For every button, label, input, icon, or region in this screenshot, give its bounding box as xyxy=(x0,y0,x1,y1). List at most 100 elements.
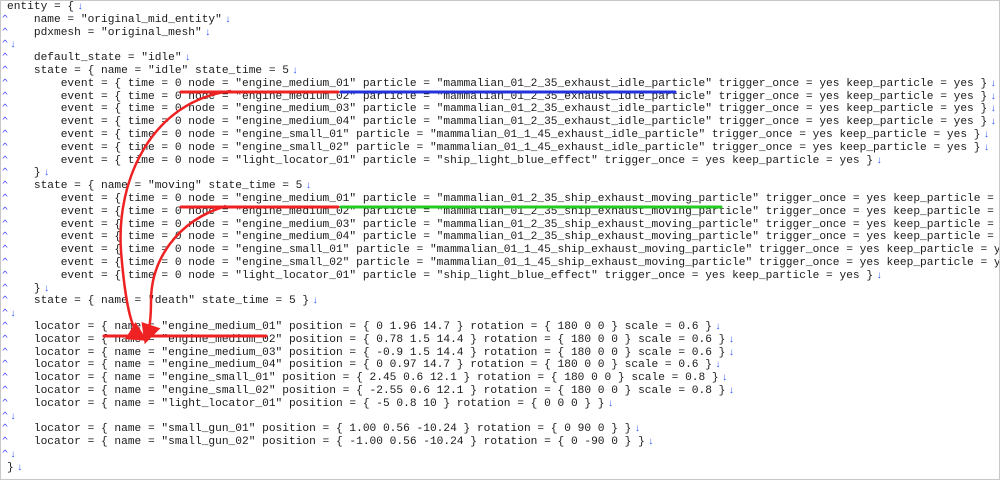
code-line[interactable]: state = { name = "moving" state_time = 5… xyxy=(7,180,312,193)
code-line-text: event = { time = 0 node = "engine_medium… xyxy=(7,77,988,90)
code-editor[interactable]: ^ ^ ^ ^ ^ ^ ^ ^ ^ ^ ^ ^ ^ ^ ^ ^ ^ ^ ^ ^ ^ ^ ^ ^ ^ ^ ^ ^ ^ ^ ^ ^ ^ ^ ^ enti… xyxy=(0,0,1000,480)
code-line[interactable]: event = { time = 0 node = "engine_small_… xyxy=(7,257,1000,270)
code-line-text: locator = { name = "light_locator_01" po… xyxy=(7,397,605,410)
code-line[interactable]: locator = { name = "small_gun_02" positi… xyxy=(7,436,654,449)
code-line-text: } xyxy=(7,461,14,474)
code-line[interactable]: event = { time = 0 node = "engine_medium… xyxy=(7,90,997,104)
code-line-text: locator = { name = "engine_medium_03" po… xyxy=(7,346,726,359)
line-end-arrow-icon: ↓ xyxy=(10,450,17,461)
line-end-arrow-icon: ↓ xyxy=(714,322,721,333)
line-end-arrow-icon: ↓ xyxy=(291,66,298,77)
line-end-arrow-icon: ↓ xyxy=(43,168,50,180)
code-line[interactable]: state = { name = "death" state_time = 5 … xyxy=(7,295,318,308)
code-line[interactable]: event = { time = 0 node = "engine_small_… xyxy=(7,129,990,142)
code-line-text: locator = { name = "engine_small_02" pos… xyxy=(7,385,726,397)
code-text-area[interactable]: entity = {↓ name = "original_mid_entity"… xyxy=(1,1,1000,479)
code-line-text: locator = { name = "engine_small_01" pos… xyxy=(7,372,719,385)
code-line[interactable]: event = { time = 0 node = "engine_small_… xyxy=(7,244,1000,257)
code-line-text: event = { time = 0 node = "engine_medium… xyxy=(7,205,1000,218)
line-end-arrow-icon: ↓ xyxy=(305,181,312,193)
line-end-arrow-icon: ↓ xyxy=(43,283,50,295)
code-line-text: event = { time = 0 node = "engine_medium… xyxy=(7,116,988,129)
code-line-text: event = { time = 0 node = "engine_small_… xyxy=(7,257,1000,269)
line-end-arrow-icon: ↓ xyxy=(728,386,735,397)
code-line-text: state = { name = "moving" state_time = 5 xyxy=(7,180,303,193)
line-end-arrow-icon: ↓ xyxy=(634,424,641,436)
line-end-arrow-icon: ↓ xyxy=(184,53,191,65)
line-end-arrow-icon: ↓ xyxy=(10,309,17,321)
code-line[interactable]: event = { time = 0 node = "light_locator… xyxy=(7,155,882,168)
code-line-text: event = { time = 0 node = "engine_small_… xyxy=(7,141,981,154)
code-line[interactable]: } ↓ xyxy=(7,283,50,296)
line-end-arrow-icon: ↓ xyxy=(990,91,997,103)
line-end-arrow-icon: ↓ xyxy=(728,347,735,359)
code-line-text: locator = { name = "engine_medium_04" po… xyxy=(7,359,712,372)
line-end-arrow-icon: ↓ xyxy=(990,78,997,90)
code-line[interactable]: event = { time = 0 node = "engine_medium… xyxy=(7,231,1000,244)
code-line-text: event = { time = 0 node = "engine_medium… xyxy=(7,90,988,103)
code-line[interactable]: pdxmesh = "original_mesh" ↓ xyxy=(7,27,211,40)
code-line[interactable]: event = { time = 0 node = "engine_medium… xyxy=(7,205,1000,219)
line-end-arrow-icon: ↓ xyxy=(990,104,997,116)
code-line[interactable]: locator = { name = "engine_medium_01" po… xyxy=(7,321,721,334)
line-end-arrow-icon: ↓ xyxy=(607,398,614,410)
code-line-text: name = "original_mid_entity" xyxy=(7,13,222,26)
code-line[interactable]: locator = { name = "engine_small_01" pos… xyxy=(7,372,728,385)
code-line[interactable]: locator = { name = "small_gun_01" positi… xyxy=(7,423,641,436)
code-line-text: pdxmesh = "original_mesh" xyxy=(7,26,202,39)
code-line-text: event = { time = 0 node = "engine_medium… xyxy=(7,231,1000,244)
code-line-text: default_state = "idle" xyxy=(7,52,182,65)
code-line[interactable]: event = { time = 0 node = "engine_medium… xyxy=(7,77,997,91)
code-line[interactable]: ↓ xyxy=(7,39,16,52)
code-line[interactable]: locator = { name = "engine_small_02" pos… xyxy=(7,385,735,398)
code-line-text: event = { time = 0 node = "light_locator… xyxy=(7,269,874,282)
code-line[interactable]: event = { time = 0 node = "engine_medium… xyxy=(7,193,1000,206)
code-line[interactable]: } ↓ xyxy=(7,462,23,475)
code-line[interactable]: event = { time = 0 node = "engine_medium… xyxy=(7,116,997,129)
code-line[interactable]: locator = { name = "light_locator_01" po… xyxy=(7,398,614,411)
line-end-arrow-icon: ↓ xyxy=(876,270,883,282)
code-line[interactable]: } ↓ xyxy=(7,167,50,180)
code-line-text: locator = { name = "engine_medium_01" po… xyxy=(7,321,712,333)
code-line-text: entity = { xyxy=(7,1,75,13)
code-line-text: locator = { name = "small_gun_01" positi… xyxy=(7,423,632,436)
code-line[interactable]: event = { time = 0 node = "light_locator… xyxy=(7,270,882,283)
line-end-arrow-icon: ↓ xyxy=(224,14,231,26)
code-line-text: } xyxy=(7,282,41,295)
code-line-text: event = { time = 0 node = "light_locator… xyxy=(7,154,874,167)
code-line-text: event = { time = 0 node = "engine_small_… xyxy=(7,129,981,141)
code-line[interactable]: event = { time = 0 node = "engine_medium… xyxy=(7,219,999,232)
code-line[interactable]: event = { time = 0 node = "engine_medium… xyxy=(7,103,997,116)
code-line[interactable]: ↓ xyxy=(7,308,16,321)
line-end-arrow-icon: ↓ xyxy=(728,334,735,346)
line-end-arrow-icon: ↓ xyxy=(721,373,728,385)
code-line[interactable]: ↓ xyxy=(7,449,16,462)
code-line[interactable]: entity = {↓ xyxy=(7,1,83,14)
code-line[interactable]: locator = { name = "engine_medium_04" po… xyxy=(7,359,721,372)
code-line-text: event = { time = 0 node = "engine_medium… xyxy=(7,193,1000,205)
code-line-text: locator = { name = "engine_medium_02" po… xyxy=(7,333,726,346)
line-end-arrow-icon: ↓ xyxy=(312,296,319,308)
code-line[interactable]: locator = { name = "engine_medium_02" po… xyxy=(7,333,735,347)
code-line[interactable]: name = "original_mid_entity" ↓ xyxy=(7,14,231,27)
line-end-arrow-icon: ↓ xyxy=(983,142,990,154)
code-line-text: state = { name = "idle" state_time = 5 xyxy=(7,65,289,77)
code-line[interactable]: event = { time = 0 node = "engine_small_… xyxy=(7,142,990,155)
line-end-arrow-icon: ↓ xyxy=(990,117,997,129)
line-end-arrow-icon: ↓ xyxy=(10,411,17,423)
code-line[interactable]: locator = { name = "engine_medium_03" po… xyxy=(7,346,735,360)
code-line-text: state = { name = "death" state_time = 5 … xyxy=(7,295,310,308)
line-end-arrow-icon: ↓ xyxy=(983,130,990,141)
line-end-arrow-icon: ↓ xyxy=(876,155,883,167)
line-end-arrow-icon: ↓ xyxy=(714,360,721,372)
line-end-arrow-icon: ↓ xyxy=(647,437,654,449)
code-line[interactable]: default_state = "idle" ↓ xyxy=(7,52,191,65)
code-line-text: event = { time = 0 node = "engine_medium… xyxy=(7,103,988,116)
code-line[interactable]: ↓ xyxy=(7,411,16,424)
code-line[interactable]: state = { name = "idle" state_time = 5 ↓ xyxy=(7,65,298,78)
code-line-text: locator = { name = "small_gun_02" positi… xyxy=(7,436,645,449)
code-line-text: event = { time = 0 node = "engine_small_… xyxy=(7,244,1000,257)
code-line-text: } xyxy=(7,167,41,180)
line-end-arrow-icon: ↓ xyxy=(77,2,84,13)
line-end-arrow-icon: ↓ xyxy=(10,40,17,52)
